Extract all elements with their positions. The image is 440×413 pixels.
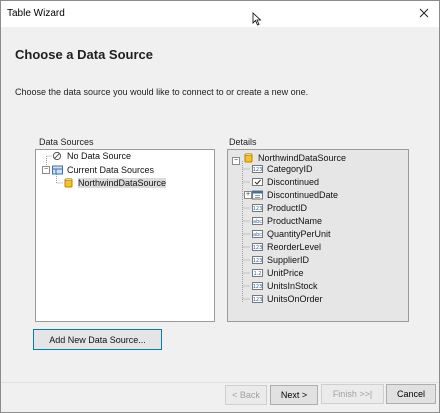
details-label: Details xyxy=(229,137,257,147)
field-item[interactable]: 123 ReorderLevel xyxy=(252,241,321,253)
field-label: DiscontinuedDate xyxy=(267,190,339,200)
cancel-button[interactable]: Cancel xyxy=(386,384,436,404)
expand-toggle[interactable]: + xyxy=(244,191,252,199)
collapse-toggle[interactable]: − xyxy=(232,157,240,165)
field-item[interactable]: 1.2 UnitPrice xyxy=(252,267,304,279)
database-icon xyxy=(64,178,73,188)
tree-item-no-data-source[interactable]: No Data Source xyxy=(52,150,131,162)
window-title: Table Wizard xyxy=(7,8,65,19)
field-label: QuantityPerUnit xyxy=(267,229,331,239)
tree-item-northwind[interactable]: NorthwindDataSource xyxy=(63,177,167,189)
field-label: ProductName xyxy=(267,216,323,226)
data-sources-tree[interactable]: No Data Source − Current Data Sources No… xyxy=(35,149,215,322)
text-field-icon: abc xyxy=(252,217,263,225)
boolean-field-icon xyxy=(252,178,263,186)
tree-item-label: No Data Source xyxy=(67,151,132,161)
tree-item-label: NorthwindDataSource xyxy=(78,178,167,188)
tree-item-current-data-sources[interactable]: Current Data Sources xyxy=(52,164,154,176)
svg-text:123: 123 xyxy=(253,258,263,264)
svg-text:123: 123 xyxy=(253,297,263,303)
title-bar: Table Wizard xyxy=(1,1,439,27)
collapse-toggle[interactable]: − xyxy=(42,166,50,174)
svg-text:123: 123 xyxy=(253,245,263,251)
details-tree[interactable]: − NorthwindDataSource 123 CategoryID Dis… xyxy=(227,149,409,322)
field-item[interactable]: DiscontinuedDate xyxy=(252,189,338,201)
numeric-field-icon: 123 xyxy=(252,295,263,303)
field-item[interactable]: 123 SupplierID xyxy=(252,254,309,266)
add-new-data-source-button[interactable]: Add New Data Source... xyxy=(33,329,162,350)
text-field-icon: abc xyxy=(252,230,263,238)
tree-item-label: Current Data Sources xyxy=(67,165,155,175)
next-button[interactable]: Next > xyxy=(270,385,318,405)
svg-text:abc: abc xyxy=(253,232,262,238)
date-field-icon xyxy=(252,190,263,200)
numeric-field-icon: 123 xyxy=(252,282,263,290)
field-label: UnitsOnOrder xyxy=(267,294,323,304)
field-item[interactable]: abc ProductName xyxy=(252,215,322,227)
field-item[interactable]: abc QuantityPerUnit xyxy=(252,228,331,240)
page-title: Choose a Data Source xyxy=(15,47,153,62)
details-root-label: NorthwindDataSource xyxy=(258,153,347,163)
field-label: UnitPrice xyxy=(267,268,304,278)
close-button[interactable] xyxy=(413,3,435,23)
numeric-field-icon: 123 xyxy=(252,256,263,264)
field-label: ReorderLevel xyxy=(267,242,322,252)
field-item[interactable]: 123 UnitsInStock xyxy=(252,280,318,292)
field-label: ProductID xyxy=(267,203,308,213)
svg-text:abc: abc xyxy=(253,219,262,225)
svg-text:123: 123 xyxy=(253,284,263,290)
svg-text:1.2: 1.2 xyxy=(254,271,262,277)
database-icon xyxy=(244,153,253,163)
field-label: Discontinued xyxy=(267,177,320,187)
table-wizard-window: Table Wizard Choose a Data Source Choose… xyxy=(0,0,440,413)
mouse-cursor-icon xyxy=(252,12,262,26)
field-label: SupplierID xyxy=(267,255,310,265)
data-sources-label: Data Sources xyxy=(39,137,94,147)
finish-button[interactable]: Finish >>| xyxy=(321,384,384,404)
svg-text:123: 123 xyxy=(253,167,263,173)
field-item[interactable]: 123 ProductID xyxy=(252,202,307,214)
data-sources-icon xyxy=(52,165,63,175)
field-label: CategoryID xyxy=(267,164,313,174)
field-item[interactable]: 123 UnitsOnOrder xyxy=(252,293,323,305)
back-button[interactable]: < Back xyxy=(225,385,267,405)
numeric-field-icon: 123 xyxy=(252,204,263,212)
close-icon xyxy=(419,8,429,18)
numeric-field-icon: 123 xyxy=(252,243,263,251)
svg-text:123: 123 xyxy=(253,206,263,212)
page-description: Choose the data source you would like to… xyxy=(15,87,309,97)
numeric-field-icon: 123 xyxy=(252,165,263,173)
no-data-source-icon xyxy=(52,151,62,161)
field-item[interactable]: Discontinued xyxy=(252,176,319,188)
field-label: UnitsInStock xyxy=(267,281,318,291)
decimal-field-icon: 1.2 xyxy=(252,269,263,277)
field-item[interactable]: 123 CategoryID xyxy=(252,163,313,175)
